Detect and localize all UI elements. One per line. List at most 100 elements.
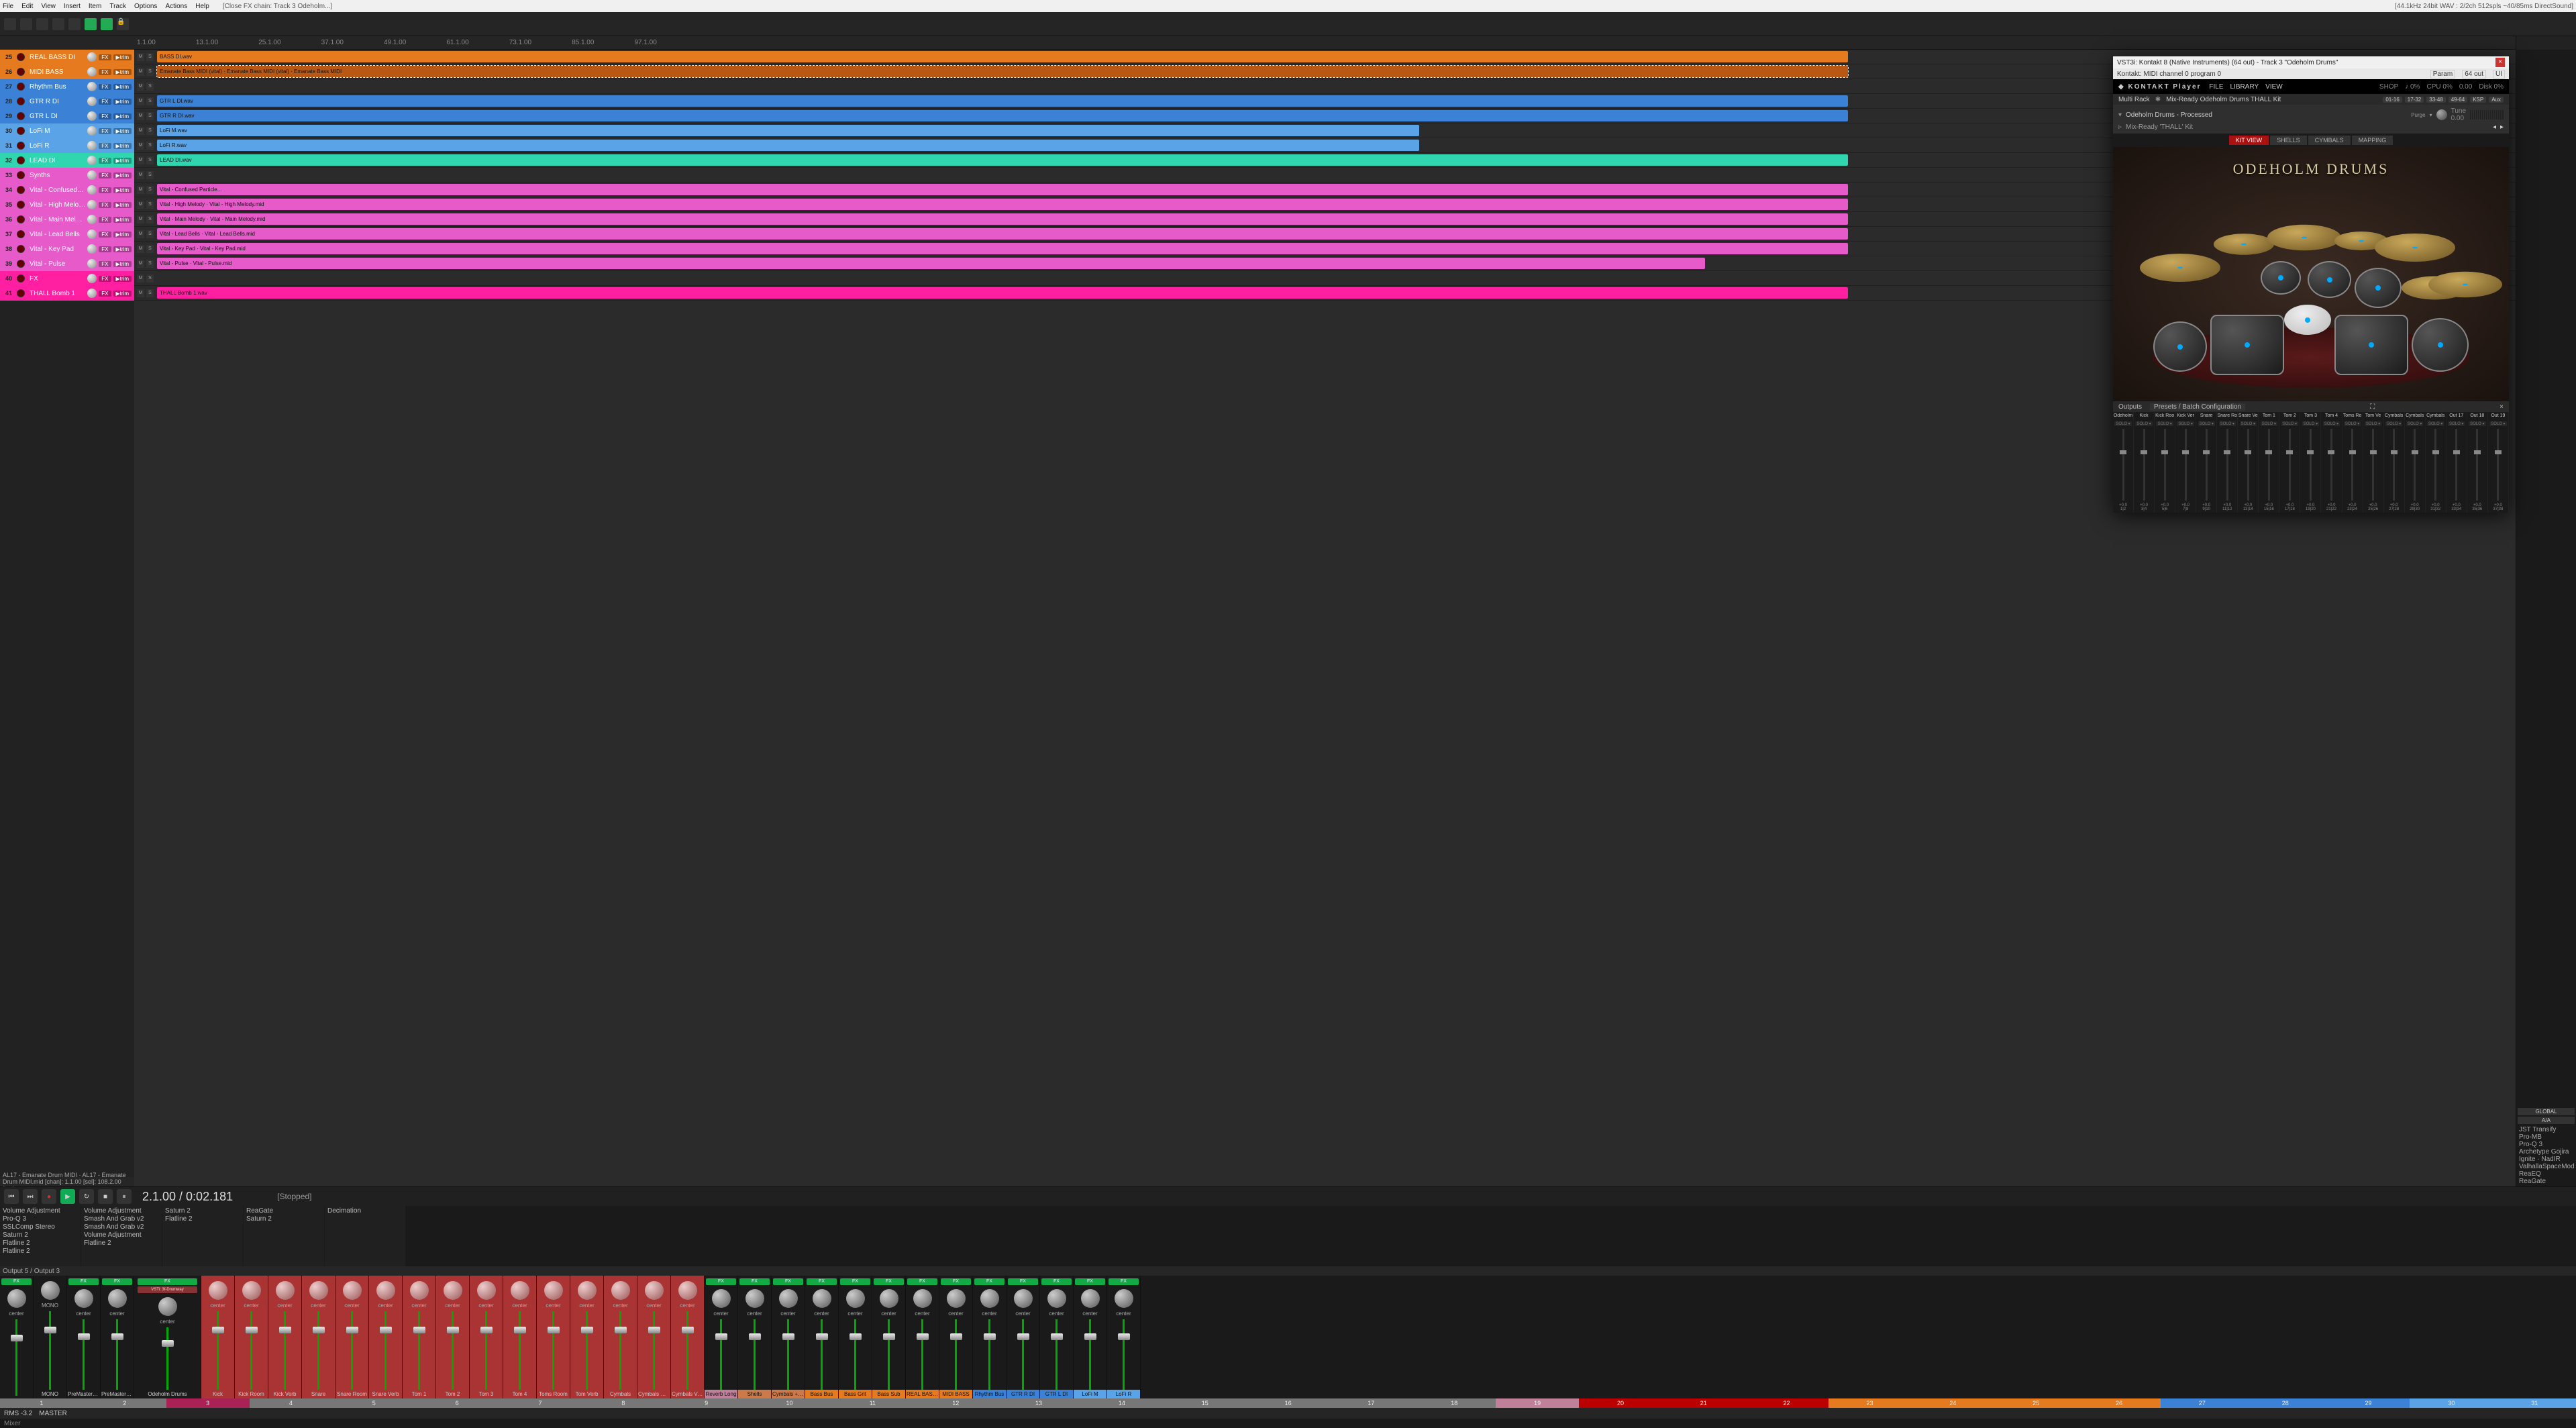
channel-solo[interactable]: SOLO ▾ bbox=[2323, 421, 2340, 426]
record-arm-button[interactable] bbox=[17, 112, 25, 120]
mute-button[interactable]: M bbox=[137, 68, 144, 76]
pan-knob[interactable] bbox=[880, 1289, 898, 1308]
media-item[interactable]: GTR L DI.wav bbox=[157, 95, 1848, 107]
mute-button[interactable]: M bbox=[137, 97, 144, 105]
track-fx-button[interactable]: FX bbox=[99, 54, 111, 60]
track-header-27[interactable]: 27Rhythm BusFX▶trim bbox=[0, 79, 134, 94]
mute-button[interactable]: M bbox=[137, 83, 144, 91]
pan-knob[interactable] bbox=[1081, 1289, 1100, 1308]
fader[interactable] bbox=[548, 1327, 560, 1333]
record-arm-button[interactable] bbox=[17, 97, 25, 105]
track-fx-button[interactable]: FX bbox=[99, 99, 111, 105]
kit-tab-shells[interactable]: SHELLS bbox=[2270, 136, 2307, 145]
track-name[interactable]: GTR R DI bbox=[27, 98, 85, 105]
mixer-strip[interactable]: centerCymbals Verb bbox=[671, 1276, 705, 1398]
fader[interactable] bbox=[1084, 1333, 1096, 1340]
fx-button[interactable]: FX bbox=[773, 1278, 803, 1285]
channel-fader[interactable] bbox=[2307, 450, 2314, 454]
media-item[interactable]: Vital - Key Pad · Vital - Key Pad.mid bbox=[157, 243, 1848, 254]
track-trim-button[interactable]: ▶trim bbox=[113, 172, 132, 178]
fader[interactable] bbox=[380, 1327, 392, 1333]
kontakt-output-channel[interactable]: CymbalsSOLO ▾+0.029|30 bbox=[2405, 412, 2426, 513]
solo-button[interactable]: S bbox=[146, 53, 154, 61]
track-selector-25[interactable]: 25 bbox=[1994, 1398, 2077, 1408]
pan-knob[interactable] bbox=[1047, 1289, 1066, 1308]
kick-1[interactable] bbox=[2210, 315, 2284, 375]
track-header-28[interactable]: 28GTR R DIFX▶trim bbox=[0, 94, 134, 109]
channel-solo[interactable]: SOLO ▾ bbox=[2406, 421, 2423, 426]
pan-knob[interactable] bbox=[645, 1281, 664, 1300]
menu-help[interactable]: Help bbox=[195, 3, 209, 10]
outputs-close-button[interactable]: × bbox=[2500, 403, 2504, 411]
track-selector-4[interactable]: 4 bbox=[250, 1398, 333, 1408]
fx-button[interactable]: FX bbox=[1075, 1278, 1104, 1285]
track-fx-button[interactable]: FX bbox=[99, 202, 111, 208]
kontakt-output-channel[interactable]: Tom 1SOLO ▾+0.015|16 bbox=[2259, 412, 2279, 513]
mute-button[interactable]: M bbox=[137, 215, 144, 223]
track-fx-button[interactable]: FX bbox=[99, 187, 111, 193]
pan-knob[interactable] bbox=[947, 1289, 966, 1308]
fx-button[interactable]: FX bbox=[1008, 1278, 1037, 1285]
mute-button[interactable]: M bbox=[137, 260, 144, 268]
fader[interactable] bbox=[246, 1327, 258, 1333]
fx-button[interactable]: FX bbox=[941, 1278, 970, 1285]
record-arm-button[interactable] bbox=[17, 201, 25, 209]
crash-2[interactable] bbox=[2375, 234, 2455, 262]
track-name[interactable]: MIDI BASS bbox=[27, 68, 85, 76]
channel-solo[interactable]: SOLO ▾ bbox=[2427, 421, 2444, 426]
menu-track[interactable]: Track bbox=[109, 3, 126, 10]
channel-solo[interactable]: SOLO ▾ bbox=[2281, 421, 2298, 426]
kontakt-output-channel[interactable]: SnareSOLO ▾+0.09|10 bbox=[2196, 412, 2217, 513]
channel-solo[interactable]: SOLO ▾ bbox=[2344, 421, 2361, 426]
channel-fader[interactable] bbox=[2120, 450, 2126, 454]
channel-fader[interactable] bbox=[2265, 450, 2272, 454]
instrument-name[interactable]: Odeholm Drums - Processed bbox=[2126, 111, 2212, 119]
channel-solo[interactable]: SOLO ▾ bbox=[2114, 421, 2131, 426]
transport-record-button[interactable]: ● bbox=[42, 1189, 56, 1204]
tom-1[interactable] bbox=[2261, 261, 2301, 295]
solo-button[interactable]: S bbox=[146, 215, 154, 223]
fx-chain-list[interactable]: Saturn 2Flatline 2 bbox=[162, 1206, 243, 1266]
track-trim-button[interactable]: ▶trim bbox=[113, 128, 132, 134]
pan-knob[interactable] bbox=[209, 1281, 227, 1300]
timeline-ruler[interactable]: 1.1.0013.1.0025.1.0037.1.0049.1.0061.1.0… bbox=[134, 36, 2516, 50]
channel-fader[interactable] bbox=[2245, 450, 2251, 454]
track-selector-12[interactable]: 12 bbox=[914, 1398, 997, 1408]
solo-button[interactable]: S bbox=[146, 186, 154, 194]
mixer-strip[interactable]: centerSnare bbox=[302, 1276, 336, 1398]
mixer-strip[interactable]: FXcenterLoFi R bbox=[1107, 1276, 1141, 1398]
instrument-collapse-icon[interactable]: ▾ bbox=[2118, 111, 2122, 119]
menu-file[interactable]: File bbox=[3, 3, 13, 10]
track-name[interactable]: GTR L DI bbox=[27, 113, 85, 120]
mixer-strip[interactable]: MONOMONO bbox=[34, 1276, 67, 1398]
track-selector-19[interactable]: 19 bbox=[1496, 1398, 1579, 1408]
track-header-33[interactable]: 33SynthsFX▶trim bbox=[0, 168, 134, 183]
track-volume-knob[interactable] bbox=[87, 200, 97, 209]
channel-solo[interactable]: SOLO ▾ bbox=[2135, 421, 2152, 426]
fx-button[interactable]: FX bbox=[706, 1278, 735, 1285]
track-header-32[interactable]: 32LEAD DIFX▶trim bbox=[0, 153, 134, 168]
kit-tab-kit-view[interactable]: KIT VIEW bbox=[2229, 136, 2269, 145]
pan-knob[interactable] bbox=[276, 1281, 295, 1300]
docker-tab-mixer[interactable]: Mixer bbox=[4, 1420, 20, 1427]
track-trim-button[interactable]: ▶trim bbox=[113, 202, 132, 208]
track-selector-15[interactable]: 15 bbox=[1164, 1398, 1247, 1408]
multi-name[interactable]: Mix-Ready Odeholm Drums THALL Kit bbox=[2166, 96, 2281, 103]
track-name[interactable]: Vital - High Melody bbox=[27, 201, 85, 209]
track-fx-button[interactable]: FX bbox=[99, 276, 111, 282]
track-volume-knob[interactable] bbox=[87, 52, 97, 62]
mute-button[interactable]: M bbox=[137, 171, 144, 179]
track-name[interactable]: Vital - Lead Bells bbox=[27, 231, 85, 238]
track-name[interactable]: Vital - Confused Particle bbox=[27, 187, 85, 194]
track-name[interactable]: Vital - Pulse bbox=[27, 260, 85, 268]
fader[interactable] bbox=[313, 1327, 325, 1333]
pan-knob[interactable] bbox=[410, 1281, 429, 1300]
track-header-36[interactable]: 36Vital - Main MelodyFX▶trim bbox=[0, 212, 134, 227]
fader[interactable] bbox=[480, 1327, 493, 1333]
solo-button[interactable]: S bbox=[146, 97, 154, 105]
track-volume-knob[interactable] bbox=[87, 215, 97, 224]
track-fx-button[interactable]: FX bbox=[99, 291, 111, 297]
pan-knob[interactable] bbox=[41, 1281, 60, 1300]
fader[interactable] bbox=[1118, 1333, 1130, 1340]
channel-fader[interactable] bbox=[2474, 450, 2481, 454]
